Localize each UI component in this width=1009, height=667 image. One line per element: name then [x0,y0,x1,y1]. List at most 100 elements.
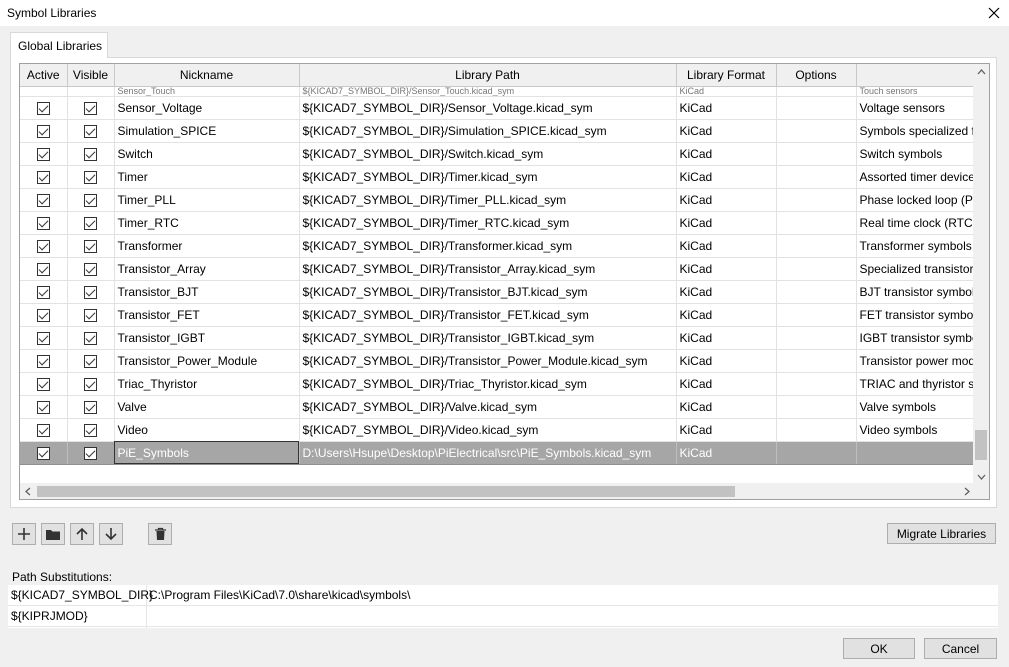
format-cell[interactable]: KiCad [676,234,777,258]
move-down-button[interactable] [99,523,123,545]
description-cell[interactable]: Transistor power mod [856,349,975,373]
visible-checkbox[interactable] [84,170,97,184]
visible-checkbox[interactable] [84,239,97,253]
description-cell[interactable]: IGBT transistor symbo [856,326,975,350]
table-row[interactable]: PiE_Symbols D:\Users\Hsupe\Desktop\PiElec… [20,441,975,465]
visible-cell[interactable] [67,418,115,442]
active-checkbox[interactable] [36,446,50,460]
path-cell[interactable]: ${KICAD7_SYMBOL_DIR}/Transformer.kicad_s… [299,234,677,258]
nickname-cell[interactable]: Sensor_Voltage [114,96,300,120]
table-row[interactable]: Timer ${KICAD7_SYMBOL_DIR}/Timer.kicad_sy… [20,165,975,189]
description-cell[interactable] [856,441,975,465]
description-cell[interactable]: Symbols specialized fo [856,119,975,143]
active-cell[interactable] [20,441,68,465]
format-cell[interactable]: KiCad [676,395,777,419]
nickname-cell[interactable]: Video [114,418,300,442]
move-up-button[interactable] [70,523,94,545]
active-cell[interactable] [20,257,68,281]
table-row[interactable]: Switch ${KICAD7_SYMBOL_DIR}/Switch.kicad_… [20,142,975,166]
nickname-cell[interactable]: Transistor_FET [114,303,300,327]
options-cell[interactable] [776,188,857,212]
format-cell[interactable]: KiCad [676,372,777,396]
nickname-cell[interactable]: Transistor_Array [114,257,300,281]
table-row[interactable]: Transistor_BJT ${KICAD7_SYMBOL_DIR}/Trans… [20,280,975,304]
options-cell[interactable] [776,86,857,97]
active-checkbox[interactable] [36,147,50,161]
options-cell[interactable] [776,211,857,235]
remove-library-button[interactable] [148,523,172,545]
options-cell[interactable] [776,119,857,143]
path-cell[interactable]: ${KICAD7_SYMBOL_DIR}/Timer.kicad_sym [299,165,677,189]
migrate-libraries-button[interactable]: Migrate Libraries [887,523,996,544]
options-cell[interactable] [776,326,857,350]
options-cell[interactable] [776,441,857,465]
visible-checkbox[interactable] [84,147,97,161]
active-checkbox[interactable] [36,170,50,184]
active-cell[interactable] [20,142,68,166]
active-checkbox[interactable] [36,308,50,322]
visible-cell[interactable] [67,280,115,304]
active-cell[interactable] [20,418,68,442]
visible-checkbox[interactable] [84,400,97,414]
table-row[interactable]: Timer_RTC ${KICAD7_SYMBOL_DIR}/Timer_RTC.… [20,211,975,235]
close-button[interactable] [979,0,1009,26]
format-cell[interactable]: KiCad [676,96,777,120]
column-header-library-format[interactable]: Library Format [676,64,777,87]
format-cell[interactable]: KiCad [676,165,777,189]
visible-cell[interactable] [67,96,115,120]
options-cell[interactable] [776,303,857,327]
description-cell[interactable]: Specialized transistor [856,257,975,281]
visible-cell[interactable] [67,395,115,419]
nickname-cell[interactable]: Switch [114,142,300,166]
visible-cell[interactable] [67,142,115,166]
active-cell[interactable] [20,349,68,373]
table-row[interactable]: ${KIPRJMOD} [8,606,998,627]
path-cell[interactable]: ${KICAD7_SYMBOL_DIR}/Valve.kicad_sym [299,395,677,419]
options-cell[interactable] [776,165,857,189]
visible-checkbox[interactable] [84,285,97,299]
visible-cell[interactable] [67,119,115,143]
format-cell[interactable]: KiCad [676,418,777,442]
vertical-scrollbar[interactable] [973,64,989,485]
table-row[interactable]: Transistor_Power_Module ${KICAD7_SYMBOL_D… [20,349,975,373]
path-cell[interactable]: ${KICAD7_SYMBOL_DIR}/Timer_RTC.kicad_sym [299,211,677,235]
browse-library-button[interactable] [41,523,65,545]
active-cell[interactable] [20,119,68,143]
description-cell[interactable]: Real time clock (RTC) [856,211,975,235]
tab-global-libraries[interactable]: Global Libraries [10,32,108,58]
column-header-active[interactable]: Active [20,64,68,87]
options-cell[interactable] [776,257,857,281]
options-cell[interactable] [776,418,857,442]
format-cell[interactable]: KiCad [676,280,777,304]
path-cell[interactable]: ${KICAD7_SYMBOL_DIR}/Triac_Thyristor.kic… [299,372,677,396]
visible-checkbox[interactable] [84,354,97,368]
visible-checkbox[interactable] [84,308,97,322]
format-cell[interactable]: KiCad [676,188,777,212]
options-cell[interactable] [776,280,857,304]
active-cell[interactable] [20,280,68,304]
table-row[interactable]: Simulation_SPICE ${KICAD7_SYMBOL_DIR}/Sim… [20,119,975,143]
description-cell[interactable]: Valve symbols [856,395,975,419]
options-cell[interactable] [776,96,857,120]
active-checkbox[interactable] [36,239,50,253]
format-cell[interactable]: KiCad [676,303,777,327]
table-row[interactable]: Transformer ${KICAD7_SYMBOL_DIR}/Transfor… [20,234,975,258]
add-library-button[interactable] [12,523,36,545]
path-cell[interactable]: ${KICAD7_SYMBOL_DIR}/Transistor_BJT.kica… [299,280,677,304]
table-row[interactable]: ${KICAD7_SYMBOL_DIR} C:\Program Files\Ki… [8,585,998,606]
nickname-cell[interactable]: Sensor_Touch [114,86,300,97]
path-cell[interactable]: ${KICAD7_SYMBOL_DIR}/Sensor_Touch.kicad_… [299,86,677,97]
nickname-cell[interactable]: Timer_RTC [114,211,300,235]
options-cell[interactable] [776,142,857,166]
description-cell[interactable]: Phase locked loop (PL [856,188,975,212]
visible-checkbox[interactable] [84,101,97,115]
nickname-cell[interactable]: Transformer [114,234,300,258]
visible-cell[interactable] [67,372,115,396]
nickname-cell[interactable]: Timer_PLL [114,188,300,212]
nickname-cell[interactable]: Transistor_BJT [114,280,300,304]
path-cell[interactable]: ${KICAD7_SYMBOL_DIR}/Transistor_FET.kica… [299,303,677,327]
active-cell[interactable] [20,234,68,258]
ok-button[interactable]: OK [843,638,915,659]
visible-cell[interactable] [67,211,115,235]
table-row[interactable]: Timer_PLL ${KICAD7_SYMBOL_DIR}/Timer_PLL.… [20,188,975,212]
